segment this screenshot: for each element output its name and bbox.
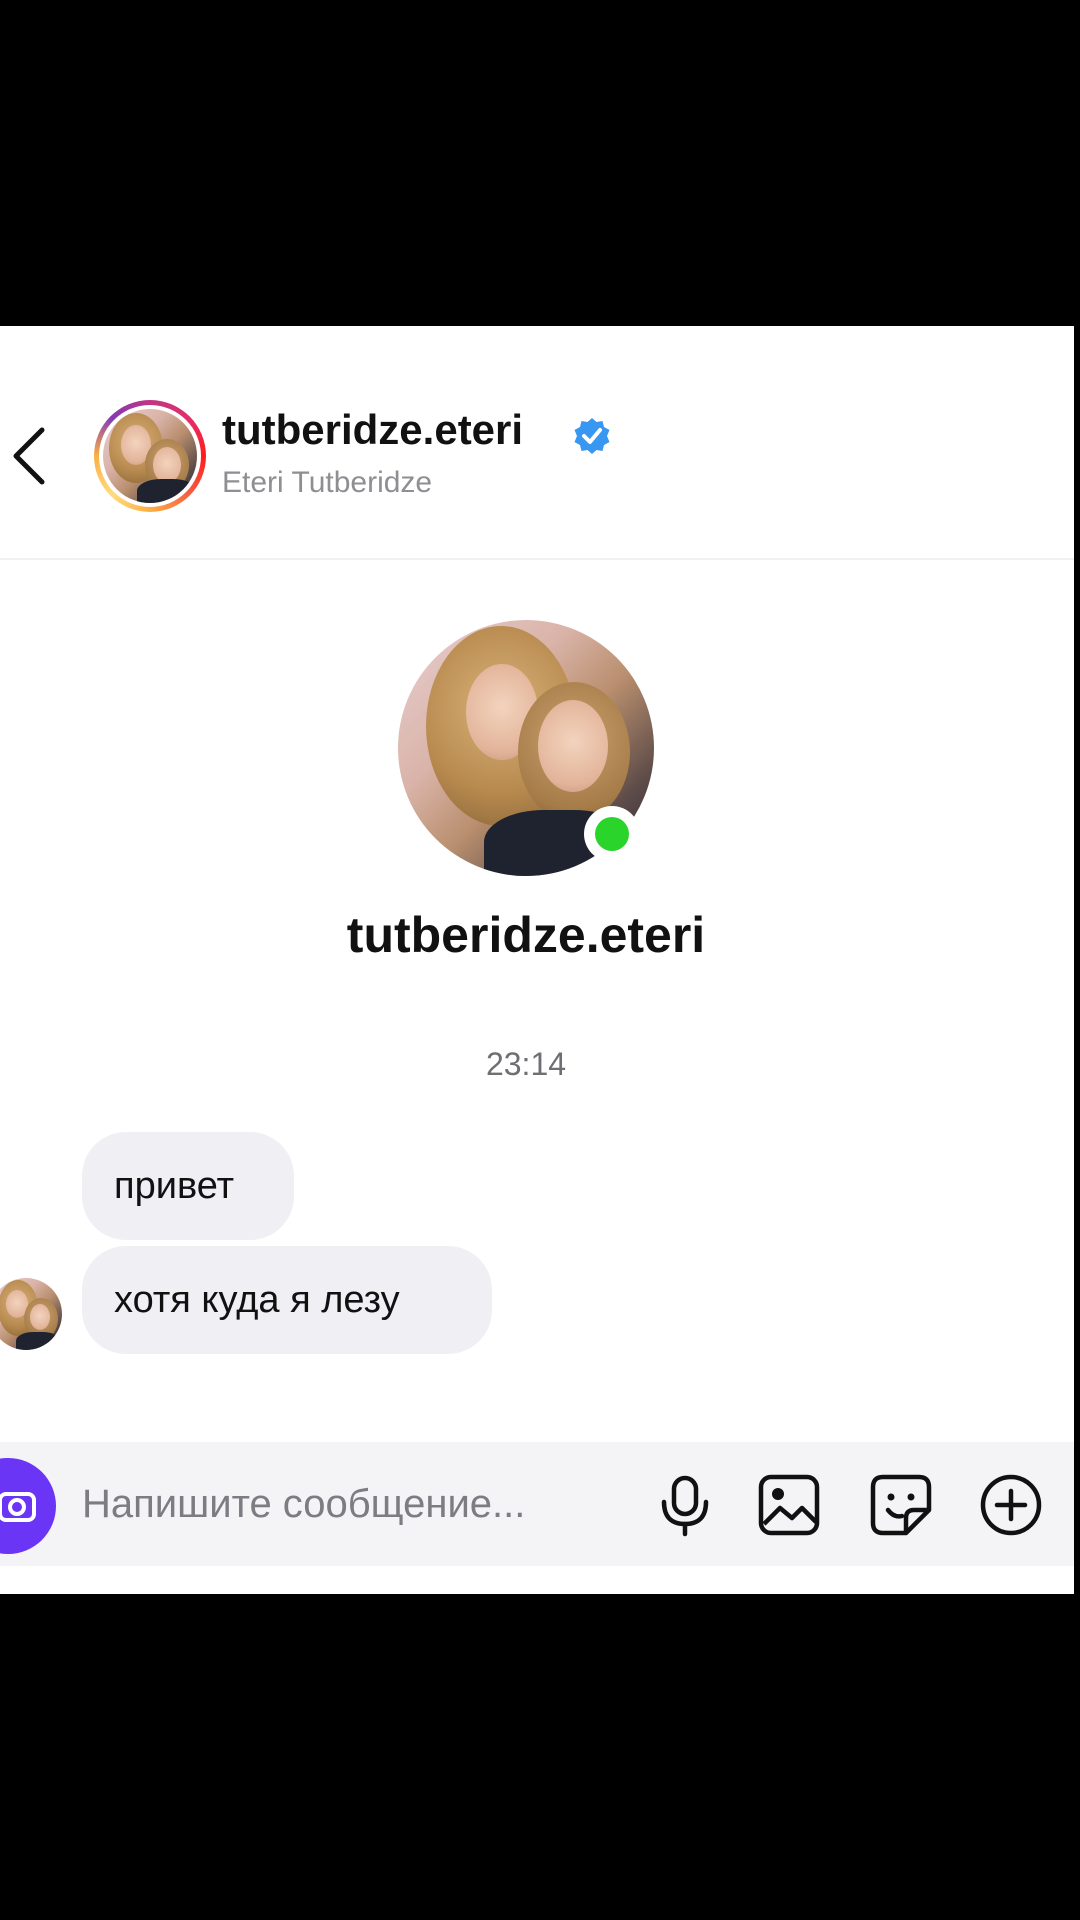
message-bubble[interactable]: хотя куда я лезу	[82, 1246, 492, 1354]
microphone-icon[interactable]	[652, 1472, 718, 1538]
camera-button[interactable]	[0, 1458, 56, 1554]
message-input[interactable]	[82, 1472, 622, 1536]
online-status-indicator	[584, 806, 640, 862]
chat-header: tutberidze.eteri Eteri Tutberidze	[0, 326, 1074, 560]
chevron-left-icon	[13, 427, 45, 485]
verified-badge-icon	[574, 418, 610, 454]
message-composer	[0, 1442, 1074, 1566]
camera-icon	[0, 1492, 36, 1522]
sticker-icon[interactable]	[868, 1472, 934, 1538]
header-username[interactable]: tutberidze.eteri	[222, 406, 523, 454]
back-button[interactable]	[4, 424, 52, 488]
message-timestamp: 23:14	[485, 1046, 567, 1082]
profile-avatar[interactable]	[398, 620, 654, 876]
header-full-name: Eteri Tutberidze	[222, 466, 433, 499]
chat-screen: tutberidze.eteri Eteri Tutberidze tutber…	[0, 326, 1074, 1594]
sender-avatar[interactable]	[0, 1278, 62, 1350]
message-bubble[interactable]: привет	[82, 1132, 294, 1240]
header-avatar[interactable]	[94, 400, 206, 512]
plus-circle-icon[interactable]	[978, 1472, 1044, 1538]
image-icon[interactable]	[756, 1472, 822, 1538]
profile-username: tutberidze.eteri	[346, 907, 706, 963]
avatar-photo	[103, 409, 197, 503]
